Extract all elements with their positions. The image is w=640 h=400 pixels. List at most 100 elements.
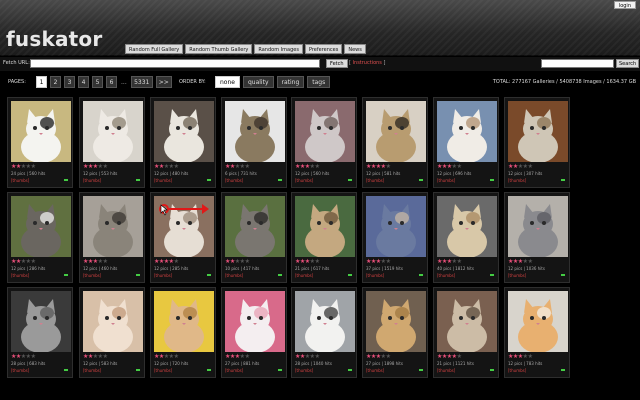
thumbs-link[interactable]: [thumbs]	[437, 273, 455, 278]
thumbs-link[interactable]: [thumbs]	[83, 178, 101, 183]
rating-stars[interactable]: ★★★★★	[295, 353, 320, 360]
search-input[interactable]	[541, 59, 614, 68]
gallery-card[interactable]: ★★★★★ 12 pics | 286 hits [thumbs]	[7, 192, 73, 283]
gallery-thumbnail[interactable]	[295, 291, 355, 352]
rating-stars[interactable]: ★★★★★	[295, 258, 320, 265]
gallery-thumbnail[interactable]	[295, 196, 355, 257]
rating-stars[interactable]: ★★★★★	[295, 163, 320, 170]
star-icon[interactable]: ★	[457, 258, 462, 265]
rating-stars[interactable]: ★★★★★	[437, 354, 462, 360]
rating-stars[interactable]: ★★★★★	[225, 164, 250, 170]
star-icon[interactable]: ★	[528, 163, 533, 170]
login-button[interactable]: login	[613, 1, 636, 9]
thumbs-link[interactable]: [thumbs]	[437, 178, 455, 183]
gallery-card[interactable]: ★★★★★ 24 pics | 560 hits [thumbs]	[7, 97, 73, 188]
thumbs-link[interactable]: [thumbs]	[366, 178, 384, 183]
star-icon[interactable]: ★	[315, 353, 320, 360]
thumbs-link[interactable]: [thumbs]	[225, 273, 243, 278]
tab-news[interactable]: News	[344, 44, 366, 54]
tab-preferences[interactable]: Preferences	[304, 44, 343, 54]
star-icon[interactable]: ★	[245, 258, 250, 265]
page-button-5[interactable]: 5	[92, 76, 103, 88]
gallery-thumbnail[interactable]	[11, 291, 71, 352]
rating-stars[interactable]: ★★★★★	[154, 258, 179, 265]
order-tags-button[interactable]: tags	[307, 76, 331, 88]
page-button-6[interactable]: 6	[106, 76, 117, 88]
gallery-card[interactable]: ★★★★★ 12 pics | 307 hits [thumbs]	[504, 97, 570, 188]
gallery-card[interactable]: ★★★★★ 10 pics | 417 hits [thumbs]	[221, 192, 287, 283]
gallery-thumbnail[interactable]	[508, 101, 568, 162]
rating-stars[interactable]: ★★★★★	[83, 164, 108, 170]
thumbs-link[interactable]: [thumbs]	[295, 273, 313, 278]
thumbs-link[interactable]: [thumbs]	[83, 273, 101, 278]
star-icon[interactable]: ★	[174, 353, 179, 360]
rating-stars[interactable]: ★★★★★	[154, 164, 179, 170]
order-rating-button[interactable]: rating	[276, 76, 305, 88]
rating-stars[interactable]: ★★★★★	[437, 258, 462, 265]
rating-stars[interactable]: ★★★★★	[437, 164, 462, 170]
star-icon[interactable]: ★	[386, 353, 391, 360]
page-button-4[interactable]: 4	[78, 76, 89, 88]
star-icon[interactable]: ★	[245, 353, 250, 360]
thumbs-link[interactable]: [thumbs]	[11, 273, 29, 278]
fetch-button[interactable]: Fetch	[326, 59, 348, 68]
gallery-thumbnail[interactable]	[508, 291, 568, 352]
star-icon[interactable]: ★	[31, 258, 36, 265]
gallery-thumbnail[interactable]	[225, 196, 285, 257]
rating-stars[interactable]: ★★★★★	[366, 353, 391, 360]
gallery-card[interactable]: ★★★★★ 12 pics | 1036 hits [thumbs]	[504, 192, 570, 283]
gallery-thumbnail[interactable]	[154, 101, 214, 162]
gallery-thumbnail[interactable]	[437, 291, 497, 352]
gallery-card[interactable]: ★★★★★ 12 pics | 583 hits [thumbs]	[79, 287, 145, 378]
page-button-2[interactable]: 2	[50, 76, 61, 88]
rating-stars[interactable]: ★★★★★	[366, 163, 391, 170]
gallery-thumbnail[interactable]	[83, 291, 143, 352]
star-icon[interactable]: ★	[31, 163, 36, 170]
next-page-button[interactable]: >>	[155, 76, 172, 88]
thumbs-link[interactable]: [thumbs]	[225, 178, 243, 183]
rating-stars[interactable]: ★★★★★	[11, 163, 36, 170]
rating-stars[interactable]: ★★★★★	[366, 259, 391, 265]
rating-stars[interactable]: ★★★★★	[508, 354, 533, 360]
gallery-thumbnail[interactable]	[437, 101, 497, 162]
search-button[interactable]: Search	[616, 59, 640, 68]
page-button-3[interactable]: 3	[64, 76, 75, 88]
star-icon[interactable]: ★	[31, 353, 36, 360]
gallery-card[interactable]: ★★★★★ 12 pics | 720 hits [thumbs]	[150, 287, 216, 378]
gallery-card[interactable]: ★★★★★ 37 pics | 1519 hits [thumbs]	[362, 192, 428, 283]
rating-stars[interactable]: ★★★★★	[11, 353, 36, 360]
thumbs-link[interactable]: [thumbs]	[295, 368, 313, 373]
instructions-link[interactable]: Instructions	[353, 60, 382, 66]
gallery-thumbnail[interactable]	[437, 196, 497, 257]
gallery-card[interactable]: ★★★★★ 6 pics | 731 hits [thumbs]	[221, 97, 287, 188]
page-button-last[interactable]: 5331	[130, 76, 153, 88]
thumbs-link[interactable]: [thumbs]	[508, 368, 526, 373]
gallery-card[interactable]: ★★★★★ 12 pics | 696 hits [thumbs]	[433, 97, 499, 188]
thumbs-link[interactable]: [thumbs]	[11, 178, 29, 183]
tab-random-full-gallery[interactable]: Random Full Gallery	[125, 44, 184, 54]
gallery-thumbnail[interactable]	[225, 291, 285, 352]
rating-stars[interactable]: ★★★★★	[508, 258, 533, 265]
gallery-thumbnail[interactable]	[508, 196, 568, 257]
rating-stars[interactable]: ★★★★★	[11, 258, 36, 265]
gallery-thumbnail[interactable]	[295, 101, 355, 162]
gallery-thumbnail[interactable]	[366, 101, 426, 162]
gallery-thumbnail[interactable]	[83, 101, 143, 162]
star-icon[interactable]: ★	[315, 163, 320, 170]
page-button-1[interactable]: 1	[36, 76, 47, 88]
rating-stars[interactable]: ★★★★★	[508, 163, 533, 170]
star-icon[interactable]: ★	[386, 163, 391, 170]
star-icon[interactable]: ★	[174, 258, 179, 265]
gallery-thumbnail[interactable]	[366, 291, 426, 352]
gallery-card[interactable]: ★★★★★ 12 pics | 581 hits [thumbs]	[362, 97, 428, 188]
order-quality-button[interactable]: quality	[242, 76, 274, 88]
gallery-card[interactable]: ★★★★★ 12 pics | 460 hits [thumbs]	[79, 192, 145, 283]
star-icon[interactable]: ★	[528, 258, 533, 265]
gallery-thumbnail[interactable]	[83, 196, 143, 257]
site-logo[interactable]: fuskator	[6, 27, 102, 51]
gallery-card[interactable]: ★★★★★ 28 pics | 1040 hits [thumbs]	[291, 287, 357, 378]
star-icon[interactable]: ★	[315, 258, 320, 265]
gallery-card[interactable]: ★★★★★ 12 pics | 783 hits [thumbs]	[504, 287, 570, 378]
thumbs-link[interactable]: [thumbs]	[508, 273, 526, 278]
gallery-thumbnail[interactable]	[11, 101, 71, 162]
